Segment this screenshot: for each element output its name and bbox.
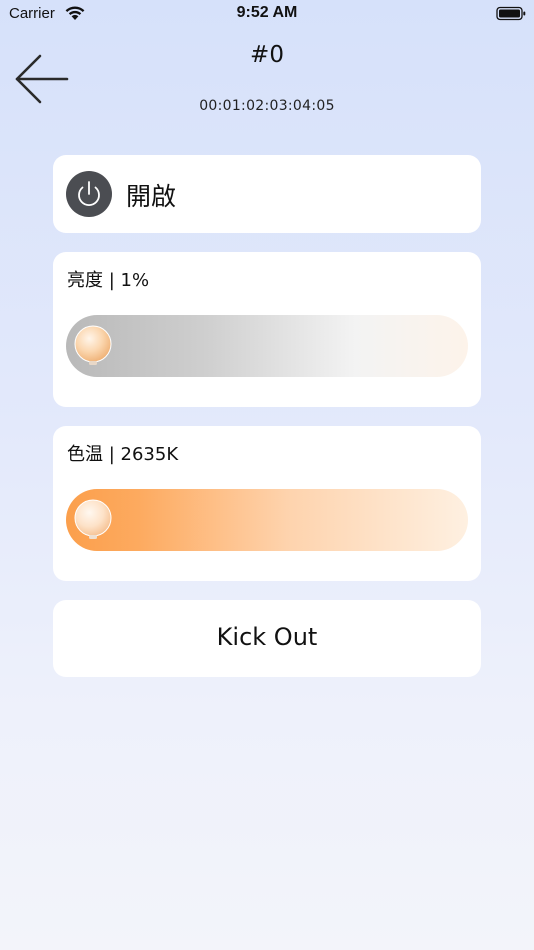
brightness-card: 亮度 | 1% [53, 252, 481, 407]
brightness-label: 亮度 | 1% [67, 270, 150, 291]
bulb-icon[interactable] [72, 323, 114, 369]
page-title: #0 [250, 42, 284, 68]
color-temperature-card: 色温 | 2635K [53, 426, 481, 581]
battery-full-icon [496, 6, 526, 21]
status-time: 9:52 AM [236, 4, 298, 21]
bulb-icon[interactable] [72, 497, 114, 543]
status-bar: Carrier 9:52 AM [0, 0, 534, 28]
power-state-label: 開啟 [126, 182, 177, 211]
power-toggle-card[interactable]: 開啟 [53, 155, 481, 233]
power-icon[interactable] [66, 171, 112, 217]
kick-out-button[interactable]: Kick Out [53, 600, 481, 677]
color-temperature-label: 色温 | 2635K [67, 444, 179, 465]
brightness-slider[interactable] [66, 315, 468, 377]
device-mac-address: 00:01:02:03:04:05 [199, 98, 335, 114]
color-temperature-slider[interactable] [66, 489, 468, 551]
kick-out-label: Kick Out [216, 623, 318, 651]
